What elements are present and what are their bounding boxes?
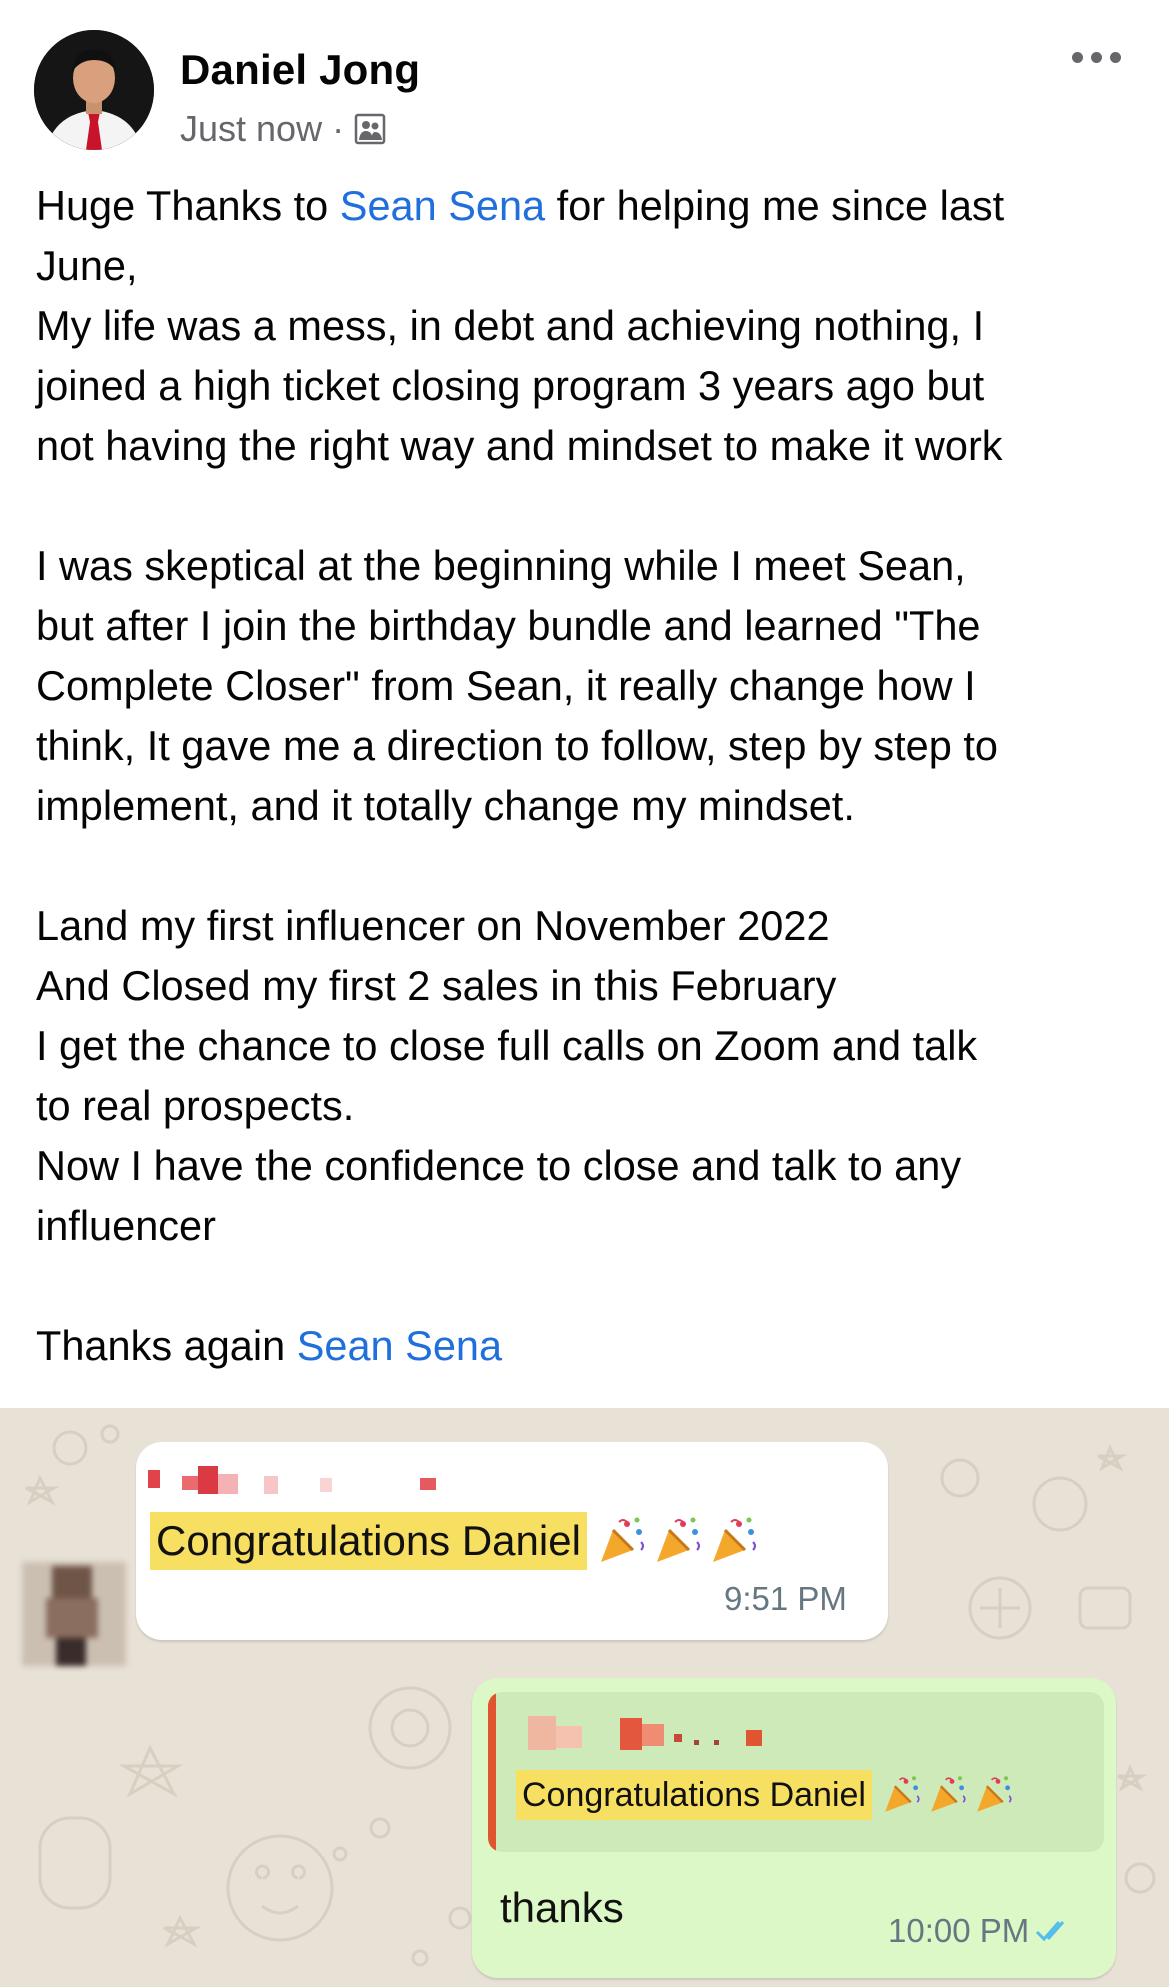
quote-accent-bar xyxy=(488,1692,496,1852)
post-text-segment: And Closed my first 2 sales in this Febr… xyxy=(36,962,837,1009)
outgoing-message-text: thanks xyxy=(500,1884,624,1931)
post-line: Complete Closer" from Sean, it really ch… xyxy=(36,656,1146,716)
post-paragraph: I was skeptical at the beginning while I… xyxy=(36,536,1146,836)
post-text-segment: joined a high ticket closing program 3 y… xyxy=(36,362,985,409)
post-line: to real prospects. xyxy=(36,1076,1146,1136)
post-text-segment: I was skeptical at the beginning while I… xyxy=(36,542,966,589)
post-text-segment: for helping me since last xyxy=(545,182,1005,229)
party-popper-icon xyxy=(977,1776,1012,1812)
whatsapp-screenshot: Congratulations Daniel 9:51 PM Congratul… xyxy=(0,1408,1169,1987)
mention-link[interactable]: Sean Sena xyxy=(340,182,545,229)
incoming-message-content: Congratulations Daniel xyxy=(150,1512,765,1570)
post-text-segment: implement, and it totally change my mind… xyxy=(36,782,855,829)
post-line: I get the chance to close full calls on … xyxy=(36,1016,1146,1076)
author-avatar[interactable] xyxy=(34,30,154,150)
outgoing-message-meta: 10:00 PM xyxy=(888,1912,1073,1950)
post-paragraph: Land my first influencer on November 202… xyxy=(36,896,1146,1256)
post-text-segment: June, xyxy=(36,242,138,289)
post-line: Thanks again Sean Sena xyxy=(36,1316,1146,1376)
post-line: Land my first influencer on November 202… xyxy=(36,896,1146,956)
quoted-message-text: Congratulations Daniel xyxy=(516,1770,872,1820)
post-text-segment: Thanks again xyxy=(36,1322,297,1369)
post-text-segment: Complete Closer" from Sean, it really ch… xyxy=(36,662,976,709)
post-text-segment: think, It gave me a direction to follow,… xyxy=(36,722,998,769)
facebook-post: Daniel Jong Just now · Huge Thanks to Se… xyxy=(0,0,1169,1408)
post-timestamp[interactable]: Just now xyxy=(180,108,322,150)
post-line: I was skeptical at the beginning while I… xyxy=(36,536,1146,596)
sender-avatar[interactable] xyxy=(22,1562,126,1666)
quoted-message-content: Congratulations Daniel xyxy=(516,1770,1020,1820)
party-popper-icon xyxy=(931,1776,966,1812)
post-line: not having the right way and mindset to … xyxy=(36,416,1146,476)
post-paragraph: Huge Thanks to Sean Sena for helping me … xyxy=(36,176,1146,476)
post-text-segment: to real prospects. xyxy=(36,1082,355,1129)
post-line: My life was a mess, in debt and achievin… xyxy=(36,296,1146,356)
mention-link[interactable]: Sean Sena xyxy=(297,1322,502,1369)
party-popper-emojis xyxy=(597,1516,765,1566)
party-popper-icon xyxy=(600,1517,644,1562)
party-popper-emojis xyxy=(882,1775,1020,1815)
post-line: influencer xyxy=(36,1196,1146,1256)
post-line: Huge Thanks to Sean Sena for helping me … xyxy=(36,176,1146,236)
post-line: Now I have the confidence to close and t… xyxy=(36,1136,1146,1196)
post-line: implement, and it totally change my mind… xyxy=(36,776,1146,836)
post-text-segment: My life was a mess, in debt and achievin… xyxy=(36,302,985,349)
post-text: Huge Thanks to Sean Sena for helping me … xyxy=(36,176,1146,1436)
post-meta: Just now · xyxy=(180,108,388,150)
incoming-message-text: Congratulations Daniel xyxy=(150,1512,587,1570)
quoted-sender-redacted xyxy=(528,1716,762,1750)
post-line: June, xyxy=(36,236,1146,296)
post-text-segment: I get the chance to close full calls on … xyxy=(36,1022,978,1069)
friends-icon[interactable] xyxy=(354,112,388,146)
party-popper-icon xyxy=(885,1776,920,1812)
post-text-segment: but after I join the birthday bundle and… xyxy=(36,602,981,649)
post-paragraph: Thanks again Sean Sena xyxy=(36,1316,1146,1376)
post-text-segment: influencer xyxy=(36,1202,216,1249)
post-text-segment: Now I have the confidence to close and t… xyxy=(36,1142,962,1189)
author-name[interactable]: Daniel Jong xyxy=(180,46,420,94)
meta-separator: · xyxy=(332,108,345,149)
incoming-message-time: 9:51 PM xyxy=(724,1580,847,1617)
double-check-icon xyxy=(1036,1921,1065,1942)
sender-name-redacted xyxy=(148,1466,436,1494)
party-popper-icon xyxy=(712,1517,756,1562)
outgoing-message-time: 10:00 PM xyxy=(888,1912,1030,1949)
more-options-icon[interactable] xyxy=(1061,42,1131,72)
post-line: joined a high ticket closing program 3 y… xyxy=(36,356,1146,416)
post-text-segment: Huge Thanks to xyxy=(36,182,340,229)
party-popper-icon xyxy=(656,1517,700,1562)
post-line: but after I join the birthday bundle and… xyxy=(36,596,1146,656)
post-text-segment: Land my first influencer on November 202… xyxy=(36,902,830,949)
post-text-segment: not having the right way and mindset to … xyxy=(36,422,1003,469)
post-line: think, It gave me a direction to follow,… xyxy=(36,716,1146,776)
post-line: And Closed my first 2 sales in this Febr… xyxy=(36,956,1146,1016)
